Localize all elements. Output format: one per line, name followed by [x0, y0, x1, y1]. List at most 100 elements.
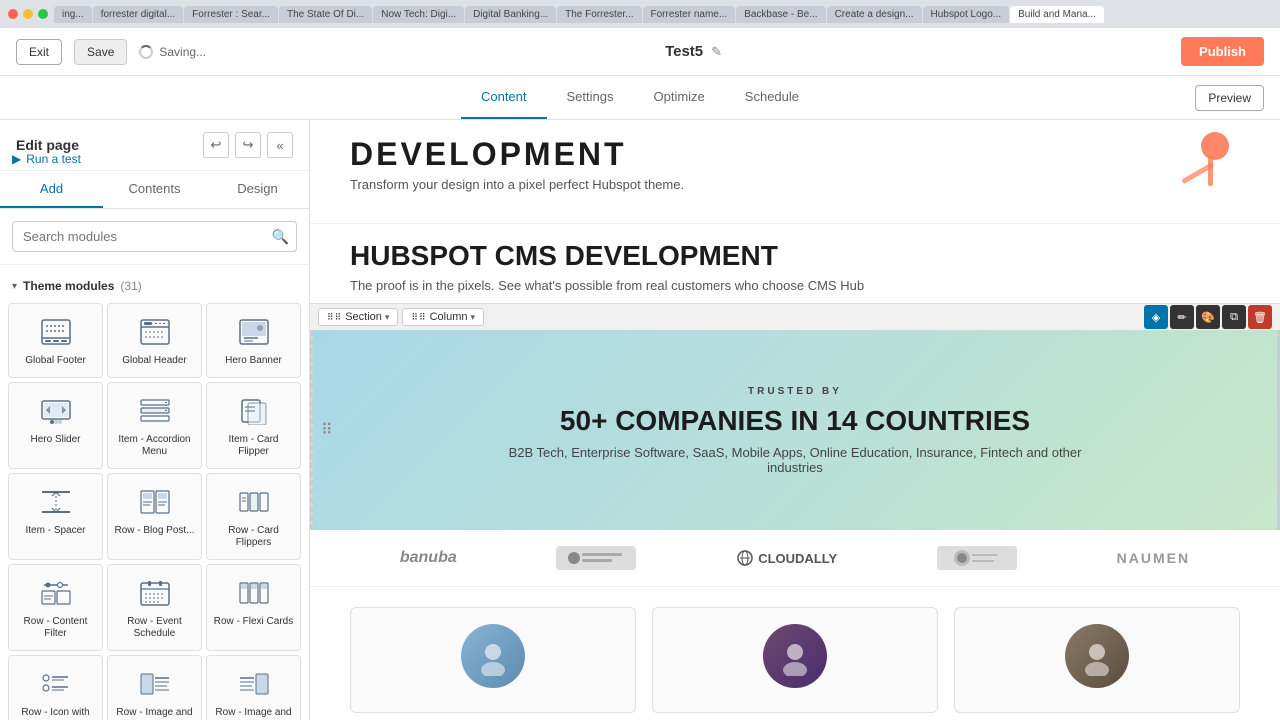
- row-icon-text-icon: [38, 666, 74, 702]
- hero-banner-icon: [236, 314, 272, 350]
- testimonial-card-3: [954, 607, 1240, 713]
- edit-title-icon[interactable]: ✎: [711, 44, 722, 60]
- section-badge[interactable]: ⠿⠿ Section ▾: [318, 308, 398, 326]
- module-hero-slider-label: Hero Slider: [30, 434, 80, 446]
- search-container: 🔍: [0, 209, 309, 265]
- browser-tab-9[interactable]: Backbase - Be...: [736, 6, 825, 23]
- cms-heading: HUBSPOT CMS DEVELOPMENT: [350, 240, 1240, 272]
- browser-tab-11[interactable]: Hubspot Logo...: [923, 6, 1010, 23]
- column-grid-icon: ⠿⠿: [411, 312, 426, 323]
- module-row-content-filter[interactable]: Row - Content Filter: [8, 564, 103, 651]
- browser-tab-5[interactable]: Now Tech: Digi...: [373, 6, 464, 23]
- tab-schedule[interactable]: Schedule: [725, 76, 819, 119]
- browser-tab-6[interactable]: Digital Banking...: [465, 6, 556, 23]
- module-row-event-schedule[interactable]: Row - Event Schedule: [107, 564, 202, 651]
- drag-handle[interactable]: ⠿: [321, 420, 333, 440]
- section-actions: ◈ ✏ 🎨 ⧉ 🗑: [1144, 305, 1272, 329]
- tab-optimize[interactable]: Optimize: [634, 76, 725, 119]
- module-item-spacer-label: Item - Spacer: [25, 525, 85, 537]
- item-spacer-icon: [38, 484, 74, 520]
- module-row-icon-text[interactable]: Row - Icon with Text: [8, 655, 103, 720]
- avatar-3: [1065, 624, 1129, 688]
- logo-banuba: banuba: [400, 549, 457, 567]
- run-test-link[interactable]: ▶ Run a test: [12, 152, 81, 166]
- global-footer-icon: [38, 314, 74, 350]
- browser-tab-1[interactable]: ing...: [54, 6, 92, 23]
- publish-button[interactable]: Publish: [1181, 37, 1264, 66]
- left-panel: Edit page ↩ ↪ « Add Contents Design 🔍 ▾ …: [0, 120, 310, 720]
- module-hero-banner[interactable]: Hero Banner: [206, 303, 301, 378]
- saving-text: Saving...: [159, 45, 206, 59]
- panel-tab-design[interactable]: Design: [206, 171, 309, 208]
- panel-tab-add[interactable]: Add: [0, 171, 103, 208]
- module-row-image-text1[interactable]: Row - Image and Text -...: [107, 655, 202, 720]
- section-label: Section: [345, 311, 382, 323]
- search-button[interactable]: 🔍: [272, 228, 289, 245]
- module-row-content-filter-label: Row - Content Filter: [15, 616, 96, 640]
- avatar-2-img: [775, 636, 815, 676]
- module-item-spacer[interactable]: Item - Spacer: [8, 473, 103, 560]
- dev-section: DEVELOPMENT Transform your design into a…: [310, 120, 1280, 224]
- browser-tab-4[interactable]: The State Of Di...: [279, 6, 372, 23]
- browser-tab-2[interactable]: forrester digital...: [93, 6, 183, 23]
- browser-tab-8[interactable]: Forrester name...: [643, 6, 736, 23]
- save-button[interactable]: Save: [74, 39, 127, 65]
- chevron-down-icon: ▾: [12, 281, 17, 292]
- run-test-icon: ▶: [12, 152, 21, 166]
- module-item-accordion-label: Item - Accordion Menu: [114, 434, 195, 458]
- browser-tab-3[interactable]: Forrester : Sear...: [184, 6, 278, 23]
- nav-tabs: Content Settings Optimize Schedule: [0, 76, 1280, 120]
- module-item-accordion[interactable]: Item - Accordion Menu: [107, 382, 202, 469]
- exit-button[interactable]: Exit: [16, 39, 62, 65]
- theme-modules-header[interactable]: ▾ Theme modules (31): [0, 273, 309, 299]
- section-delete-btn[interactable]: 🗑: [1248, 305, 1272, 329]
- dev-title: DEVELOPMENT: [350, 136, 684, 173]
- undo-button[interactable]: ↩: [203, 132, 229, 158]
- module-global-footer[interactable]: Global Footer: [8, 303, 103, 378]
- browser-tab-7[interactable]: The Forrester...: [557, 6, 641, 23]
- saving-spinner: [139, 45, 153, 59]
- module-row-image-text2-label: Row - Image and Text -...: [213, 707, 294, 720]
- module-row-card-flippers[interactable]: Row - Card Flippers: [206, 473, 301, 560]
- module-item-card-flipper-label: Item - Card Flipper: [213, 434, 294, 458]
- redo-button[interactable]: ↪: [235, 132, 261, 158]
- tab-settings[interactable]: Settings: [547, 76, 634, 119]
- search-input[interactable]: [12, 221, 297, 252]
- section-settings-btn[interactable]: ◈: [1144, 305, 1168, 329]
- module-hero-slider[interactable]: Hero Slider: [8, 382, 103, 469]
- modules-section: ▾ Theme modules (31): [0, 265, 309, 720]
- cloudally-icon: [736, 549, 754, 567]
- right-content: DEVELOPMENT Transform your design into a…: [310, 120, 1280, 720]
- section-style-btn[interactable]: 🎨: [1196, 305, 1220, 329]
- module-item-card-flipper[interactable]: Item - Card Flipper: [206, 382, 301, 469]
- logo-4-img: [952, 548, 1002, 568]
- browser-dots: [8, 9, 48, 19]
- collapse-panel-button[interactable]: «: [267, 132, 293, 158]
- row-flexi-cards-icon: [236, 575, 272, 611]
- nav-bar: ▶ Run a test Content Settings Optimize S…: [0, 76, 1280, 120]
- item-accordion-icon: [137, 393, 173, 429]
- preview-button[interactable]: Preview: [1195, 85, 1264, 111]
- dot-yellow: [23, 9, 33, 19]
- logo-2-img: [566, 549, 626, 567]
- saving-indicator: Saving...: [139, 45, 206, 59]
- section-copy-btn[interactable]: ⧉: [1222, 305, 1246, 329]
- browser-tab-10[interactable]: Create a design...: [827, 6, 922, 23]
- panel-tab-contents[interactable]: Contents: [103, 171, 206, 208]
- dot-red: [8, 9, 18, 19]
- module-hero-banner-label: Hero Banner: [225, 355, 282, 367]
- testimonial-card-2: [652, 607, 938, 713]
- module-global-header[interactable]: Global Header: [107, 303, 202, 378]
- section-edit-btn[interactable]: ✏: [1170, 305, 1194, 329]
- section-chevron-icon: ▾: [385, 312, 390, 323]
- module-row-blog-post-label: Row - Blog Post...: [114, 525, 194, 537]
- module-row-event-schedule-label: Row - Event Schedule: [114, 616, 195, 640]
- row-event-schedule-icon: [137, 575, 173, 611]
- module-row-image-text2[interactable]: Row - Image and Text -...: [206, 655, 301, 720]
- browser-tab-12[interactable]: Build and Mana...: [1010, 6, 1104, 23]
- tab-content[interactable]: Content: [461, 76, 547, 119]
- column-badge[interactable]: ⠿⠿ Column ▾: [402, 308, 484, 326]
- module-row-flexi-cards[interactable]: Row - Flexi Cards: [206, 564, 301, 651]
- module-row-blog-post[interactable]: Row - Blog Post...: [107, 473, 202, 560]
- trusted-section: ⠿ TRUSTED BY 50+ COMPANIES IN 14 COUNTRI…: [310, 330, 1280, 530]
